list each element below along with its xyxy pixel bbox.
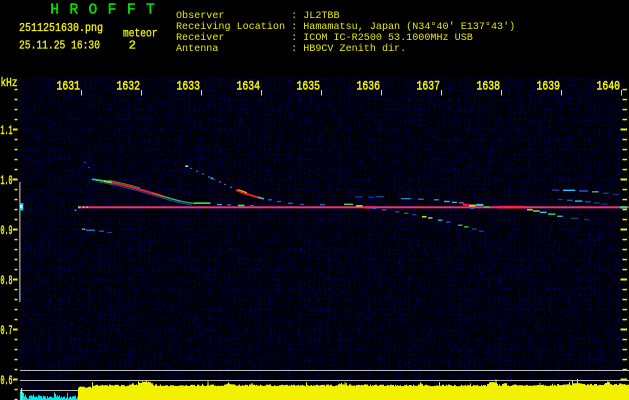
svg-text:1639: 1639 [537,79,561,94]
svg-text:1635: 1635 [297,79,321,94]
svg-text:1.1: 1.1 [1,124,13,138]
svg-text:25.11.25 16:30: 25.11.25 16:30 [19,38,100,52]
svg-text:2: 2 [129,38,136,52]
svg-text:1637: 1637 [417,79,441,94]
svg-text:1633: 1633 [177,79,201,94]
svg-text:1640: 1640 [597,79,621,94]
svg-text:HROFFT: HROFFT [50,3,165,19]
svg-text:0.6: 0.6 [1,374,13,388]
svg-text:1638: 1638 [477,79,501,94]
svg-text:Observer : JL2TBB: Observer : JL2TBB [176,10,340,22]
svg-text:kHz: kHz [1,76,18,90]
svg-text:1.0: 1.0 [1,174,13,188]
svg-text:1636: 1636 [357,79,381,94]
svg-text:Receiving Location : Hamamatsu: Receiving Location : Hamamatsu, Japan (N… [176,21,515,33]
svg-text:1632: 1632 [117,79,141,94]
svg-text:0.8: 0.8 [1,274,13,288]
svg-text:Antenna : HB9CV Zen: Antenna : HB9CV Zenith dir. [176,43,406,55]
svg-text:Receiver : ICOM IC-R: Receiver : ICOM IC-R2500 53.1000MHz USB [176,32,473,44]
svg-text:2511251630.png: 2511251630.png [19,21,103,35]
svg-text:1634: 1634 [237,79,261,94]
svg-text:0.9: 0.9 [1,224,13,238]
svg-text:0.7: 0.7 [1,324,13,338]
svg-text:1631: 1631 [57,79,81,94]
